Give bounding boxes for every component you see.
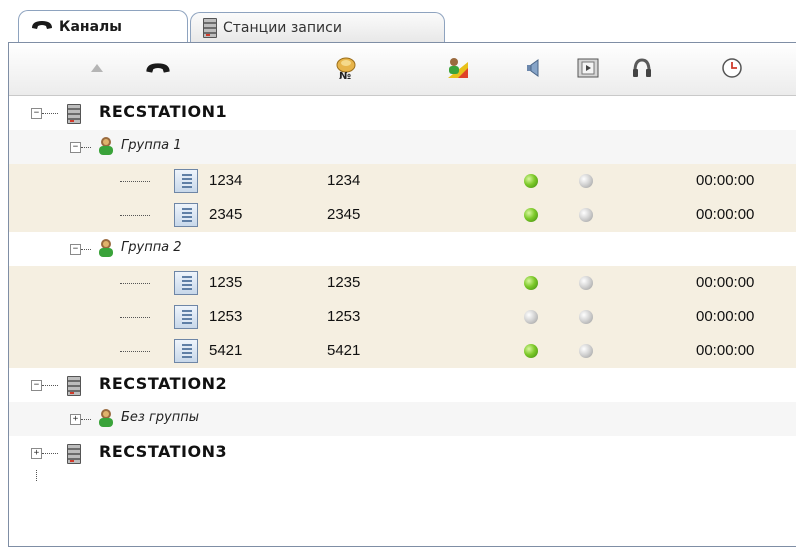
- tab-bar: Каналы Станции записи: [0, 0, 796, 44]
- listen-indicator[interactable]: [579, 208, 593, 222]
- server-icon: [67, 444, 81, 464]
- tree-row-channel[interactable]: 5421 5421 00:00:00: [9, 334, 796, 368]
- clock-icon[interactable]: [717, 53, 747, 83]
- listen-indicator[interactable]: [579, 310, 593, 324]
- tree-connector: [120, 351, 150, 352]
- server-icon: [203, 17, 217, 38]
- station-name: RECSTATION1: [99, 102, 228, 121]
- tab-channels[interactable]: Каналы: [18, 10, 188, 42]
- group-user-icon: [97, 136, 115, 156]
- listen-indicator[interactable]: [579, 276, 593, 290]
- channel-name: 1234: [209, 172, 243, 189]
- user-level-icon[interactable]: [443, 53, 473, 83]
- collapse-icon[interactable]: −: [70, 142, 81, 153]
- channel-name: 2345: [209, 206, 243, 223]
- channel-number: 2345: [327, 206, 361, 223]
- tree-connector: [81, 249, 91, 250]
- tree-connector: [120, 317, 150, 318]
- channel-name: 5421: [209, 342, 243, 359]
- tree-connector: [120, 283, 150, 284]
- duration-time: 00:00:00: [696, 342, 755, 359]
- group-name: Группа 1: [121, 138, 182, 153]
- tab-recording-stations[interactable]: Станции записи: [190, 12, 445, 42]
- tree-connector: [120, 181, 150, 182]
- server-icon: [67, 104, 81, 124]
- channel-number: 1235: [327, 274, 361, 291]
- tree-connector: [42, 453, 58, 454]
- collapse-icon[interactable]: −: [70, 244, 81, 255]
- tree-row-group[interactable]: − Группа 2: [9, 232, 796, 266]
- svg-text:№: №: [339, 71, 351, 81]
- film-icon[interactable]: [575, 53, 601, 83]
- tree-row-station[interactable]: + RECSTATION3: [9, 436, 796, 470]
- tree-row-channel[interactable]: 1234 1234 00:00:00: [9, 164, 796, 198]
- handset-icon[interactable]: [141, 53, 175, 83]
- station-name: RECSTATION2: [99, 374, 228, 393]
- tree-connector: [81, 419, 91, 420]
- channel-name: 1253: [209, 308, 243, 325]
- speaker-icon[interactable]: [521, 53, 547, 83]
- duration-time: 00:00:00: [696, 172, 755, 189]
- tab-label: Станции записи: [223, 19, 342, 36]
- tree-row-group[interactable]: − Группа 1: [9, 130, 796, 164]
- status-indicator: [524, 174, 538, 188]
- tree-row-station[interactable]: − RECSTATION2: [9, 368, 796, 402]
- listen-indicator[interactable]: [579, 344, 593, 358]
- phone-channel-icon: [174, 169, 198, 193]
- group-user-icon: [97, 238, 115, 258]
- tree-connector: [42, 385, 58, 386]
- phone-channel-icon: [174, 271, 198, 295]
- tree-row-channel[interactable]: 1253 1253 00:00:00: [9, 300, 796, 334]
- status-indicator: [524, 310, 538, 324]
- listen-indicator[interactable]: [579, 174, 593, 188]
- tree-connector: [42, 113, 58, 114]
- expand-icon[interactable]: +: [31, 448, 42, 459]
- tree-row-channel[interactable]: 1235 1235 00:00:00: [9, 266, 796, 300]
- expand-icon[interactable]: +: [70, 414, 81, 425]
- status-indicator: [524, 276, 538, 290]
- status-indicator: [524, 208, 538, 222]
- phone-channel-icon: [174, 203, 198, 227]
- tab-label: Каналы: [59, 18, 122, 35]
- station-name: RECSTATION3: [99, 442, 228, 461]
- duration-time: 00:00:00: [696, 206, 755, 223]
- headphones-icon[interactable]: [629, 53, 655, 83]
- tree-connector: [81, 147, 91, 148]
- channels-tree-grid: № − RECSTATION1 − Группа 1 1234 1234 00:…: [8, 42, 796, 547]
- phone-channel-icon: [174, 339, 198, 363]
- group-name: Без группы: [121, 410, 199, 425]
- status-indicator: [524, 344, 538, 358]
- tree-row-group[interactable]: + Без группы: [9, 402, 796, 436]
- channel-number: 5421: [327, 342, 361, 359]
- channel-number: 1234: [327, 172, 361, 189]
- server-icon: [67, 376, 81, 396]
- duration-time: 00:00:00: [696, 274, 755, 291]
- tree-row-channel[interactable]: 2345 2345 00:00:00: [9, 198, 796, 232]
- group-name: Группа 2: [121, 240, 182, 255]
- phone-channel-icon: [174, 305, 198, 329]
- channel-name: 1235: [209, 274, 243, 291]
- duration-time: 00:00:00: [696, 308, 755, 325]
- grid-header: №: [9, 43, 796, 96]
- collapse-icon[interactable]: −: [31, 380, 42, 391]
- tree-row-station[interactable]: − RECSTATION1: [9, 96, 796, 130]
- sort-up-icon[interactable]: [87, 53, 107, 83]
- number-badge-icon[interactable]: №: [331, 53, 361, 83]
- handset-icon: [31, 19, 53, 35]
- group-user-icon: [97, 408, 115, 428]
- collapse-icon[interactable]: −: [31, 108, 42, 119]
- tree-connector: [120, 215, 150, 216]
- channel-number: 1253: [327, 308, 361, 325]
